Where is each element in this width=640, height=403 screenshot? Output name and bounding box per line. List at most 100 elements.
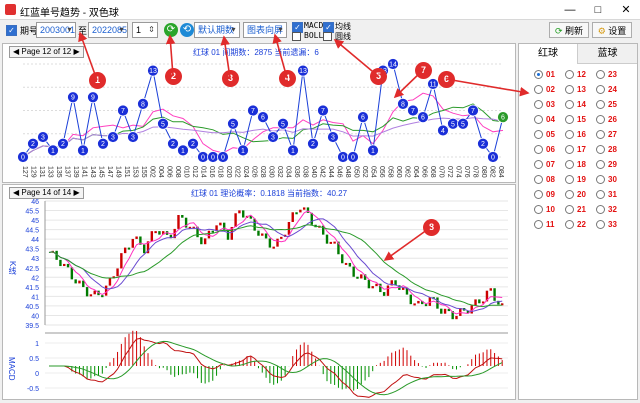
macd-dea-line xyxy=(49,340,503,396)
to-period-select[interactable]: 2022085 ▾ xyxy=(88,22,128,38)
ball-radio-15[interactable]: 15 xyxy=(565,114,595,126)
radio-icon[interactable] xyxy=(534,205,543,214)
ball-radio-19[interactable]: 19 xyxy=(565,174,595,186)
green-refresh-icon[interactable]: ⟳ xyxy=(164,23,178,37)
radio-icon[interactable] xyxy=(596,160,605,169)
omission-ball-value: 0 xyxy=(21,155,25,162)
radio-icon[interactable] xyxy=(596,115,605,124)
ball-radio-09[interactable]: 09 xyxy=(534,189,564,201)
step-stepper[interactable]: 1 ⇕ xyxy=(132,22,158,38)
radio-icon[interactable] xyxy=(565,175,574,184)
candle xyxy=(93,290,96,295)
next-page-icon[interactable]: ▶ xyxy=(73,188,79,197)
ball-radio-26[interactable]: 26 xyxy=(596,114,626,126)
radio-icon[interactable] xyxy=(596,205,605,214)
ball-radio-16[interactable]: 16 xyxy=(565,129,595,141)
radio-icon[interactable] xyxy=(534,175,543,184)
ball-radio-06[interactable]: 06 xyxy=(534,144,564,156)
candle xyxy=(348,262,352,267)
ball-radio-30[interactable]: 30 xyxy=(596,174,626,186)
radio-icon[interactable] xyxy=(534,190,543,199)
tab-blue[interactable]: 蓝球 xyxy=(577,44,637,64)
radio-icon[interactable] xyxy=(565,85,574,94)
next-page-icon[interactable]: ▶ xyxy=(73,47,79,56)
ball-radio-10[interactable]: 10 xyxy=(534,204,564,216)
radio-icon[interactable] xyxy=(596,70,605,79)
ball-radio-27[interactable]: 27 xyxy=(596,129,626,141)
ball-radio-04[interactable]: 04 xyxy=(534,114,564,126)
candle xyxy=(264,233,268,239)
radio-icon[interactable] xyxy=(565,220,574,229)
x-tick-label: 135 xyxy=(55,166,62,178)
ball-radio-22[interactable]: 22 xyxy=(565,219,595,231)
radio-icon[interactable] xyxy=(596,190,605,199)
radio-icon[interactable] xyxy=(596,130,605,139)
candle xyxy=(272,246,275,249)
ball-radio-08[interactable]: 08 xyxy=(534,174,564,186)
radio-icon[interactable] xyxy=(565,115,574,124)
ball-radio-02[interactable]: 02 xyxy=(534,84,564,96)
ball-radio-03[interactable]: 03 xyxy=(534,99,564,111)
radio-icon[interactable] xyxy=(565,100,574,109)
prev-page-icon[interactable]: ◀ xyxy=(13,47,19,56)
circle-checkbox[interactable] xyxy=(323,32,332,41)
maximize-icon[interactable]: □ xyxy=(584,0,612,20)
settings-button[interactable]: ⚙ 设置 xyxy=(592,22,632,38)
top-pager[interactable]: ◀ Page 12 of 12 ▶ xyxy=(9,46,84,58)
ball-radio-25[interactable]: 25 xyxy=(596,99,626,111)
ball-radio-17[interactable]: 17 xyxy=(565,144,595,156)
tab-red[interactable]: 红球 xyxy=(519,44,577,64)
ball-radio-07[interactable]: 07 xyxy=(534,159,564,171)
ball-radio-12[interactable]: 12 xyxy=(565,69,595,81)
candle xyxy=(386,285,390,296)
ball-radio-01[interactable]: 01 xyxy=(534,69,564,81)
refresh-button[interactable]: ⟳ 刷新 xyxy=(549,22,589,38)
direction-select[interactable]: 图表向屏 ▾ xyxy=(243,22,287,38)
ball-radio-20[interactable]: 20 xyxy=(565,189,595,201)
ball-radio-28[interactable]: 28 xyxy=(596,144,626,156)
ball-radio-29[interactable]: 29 xyxy=(596,159,626,171)
x-tick-label: 014 xyxy=(199,166,206,178)
radio-icon[interactable] xyxy=(596,145,605,154)
prev-page-icon[interactable]: ◀ xyxy=(13,188,19,197)
ball-radio-13[interactable]: 13 xyxy=(565,84,595,96)
radio-icon[interactable] xyxy=(596,175,605,184)
radio-icon[interactable] xyxy=(534,85,543,94)
radio-icon[interactable] xyxy=(565,205,574,214)
bottom-pager[interactable]: ◀ Page 14 of 14 ▶ xyxy=(9,187,84,199)
radio-icon[interactable] xyxy=(534,220,543,229)
macd-y-tick: -0.5 xyxy=(27,386,39,393)
radio-icon[interactable] xyxy=(534,100,543,109)
blue-cycle-icon[interactable]: ⟲ xyxy=(180,23,194,37)
period-checkbox[interactable]: ✓ xyxy=(6,25,17,36)
radio-icon[interactable] xyxy=(565,70,574,79)
period-mode-select[interactable]: 默认期数 ▾ xyxy=(194,22,240,38)
candle xyxy=(280,236,283,239)
ball-radio-18[interactable]: 18 xyxy=(565,159,595,171)
ball-radio-11[interactable]: 11 xyxy=(534,219,564,231)
radio-icon[interactable] xyxy=(596,100,605,109)
ball-radio-24[interactable]: 24 xyxy=(596,84,626,96)
radio-icon[interactable] xyxy=(565,145,574,154)
boll-checkbox[interactable] xyxy=(292,32,301,41)
ball-radio-21[interactable]: 21 xyxy=(565,204,595,216)
minimize-icon[interactable]: — xyxy=(556,0,584,20)
ball-radio-32[interactable]: 32 xyxy=(596,204,626,216)
radio-icon[interactable] xyxy=(534,130,543,139)
radio-icon[interactable] xyxy=(534,115,543,124)
ball-radio-05[interactable]: 05 xyxy=(534,129,564,141)
ball-radio-23[interactable]: 23 xyxy=(596,69,626,81)
radio-icon[interactable] xyxy=(565,160,574,169)
ball-radio-31[interactable]: 31 xyxy=(596,189,626,201)
radio-icon[interactable] xyxy=(596,220,605,229)
close-icon[interactable]: ✕ xyxy=(612,0,640,20)
ball-radio-33[interactable]: 33 xyxy=(596,219,626,231)
radio-icon[interactable] xyxy=(534,160,543,169)
ball-radio-14[interactable]: 14 xyxy=(565,99,595,111)
radio-icon[interactable] xyxy=(534,145,543,154)
from-period-select[interactable]: 2003001 ▾ xyxy=(36,22,76,38)
radio-icon[interactable] xyxy=(565,190,574,199)
radio-icon[interactable] xyxy=(565,130,574,139)
radio-icon[interactable] xyxy=(534,70,543,79)
radio-icon[interactable] xyxy=(596,85,605,94)
